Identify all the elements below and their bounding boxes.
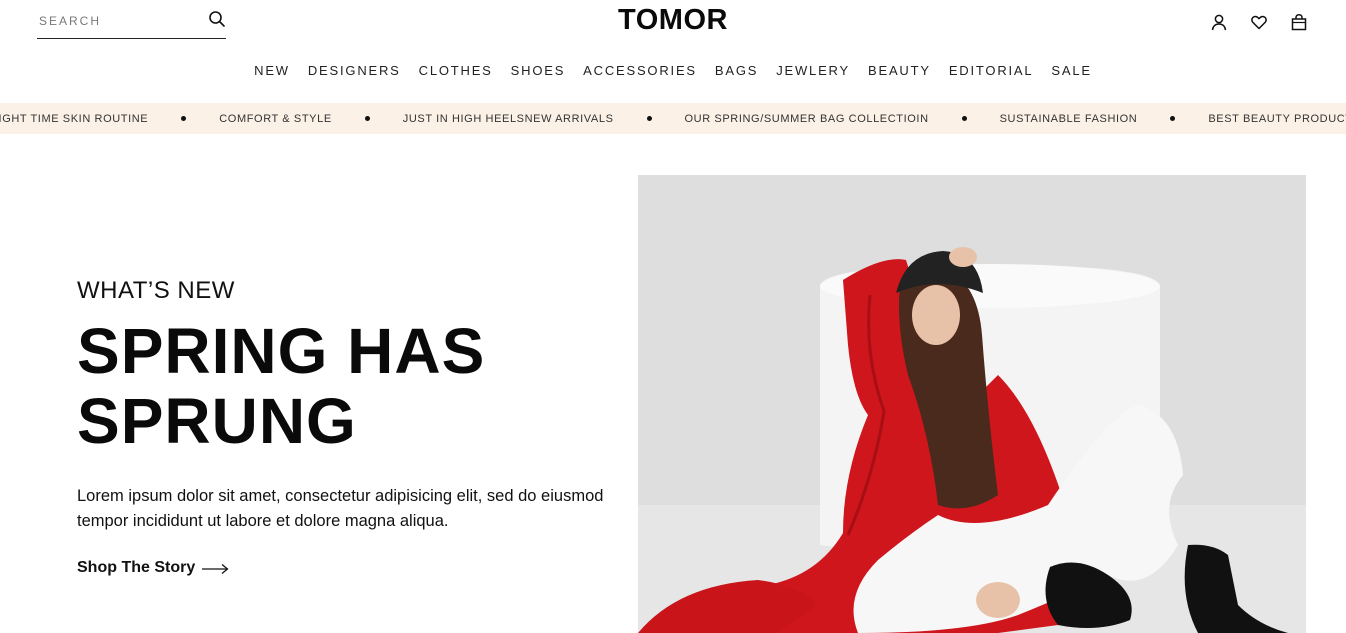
- shopping-bag-icon[interactable]: [1290, 13, 1308, 31]
- ticker-track: NIGHT TIME SKIN ROUTINE COMFORT & STYLE …: [0, 103, 1346, 134]
- bullet-dot-icon: [646, 116, 652, 121]
- nav-item-beauty[interactable]: BEAUTY: [859, 63, 940, 78]
- nav-item-editorial[interactable]: EDITORIAL: [940, 63, 1043, 78]
- nav-item-bags[interactable]: BAGS: [706, 63, 767, 78]
- model-photo: [638, 175, 1306, 633]
- nav-item-clothes[interactable]: CLOTHES: [410, 63, 502, 78]
- bullet-dot-icon: [1170, 116, 1176, 121]
- nav-item-jewlery[interactable]: JEWLERY: [767, 63, 859, 78]
- ticker-item[interactable]: SUSTAINABLE FASHION: [1000, 113, 1138, 125]
- hero-image: [638, 175, 1306, 633]
- ticker-item[interactable]: COMFORT & STYLE: [219, 113, 332, 125]
- hero-title-line: SPRUNG: [77, 385, 357, 457]
- ticker-item[interactable]: OUR SPRING/SUMMER BAG COLLECTIOIN: [685, 113, 929, 125]
- bullet-dot-icon: [181, 116, 187, 121]
- brand-logo[interactable]: TOMOR: [0, 4, 1346, 37]
- hero-title: SPRING HAS SPRUNG: [77, 316, 597, 456]
- ticker-item[interactable]: JUST IN HIGH HEELSNEW ARRIVALS: [403, 113, 614, 125]
- main-navigation: NEW DESIGNERS CLOTHES SHOES ACCESSORIES …: [0, 63, 1346, 78]
- hero-title-line: SPRING HAS: [77, 315, 486, 387]
- bullet-dot-icon: [364, 116, 370, 121]
- heart-icon[interactable]: [1250, 13, 1268, 31]
- hero-eyebrow: WHAT’S NEW: [77, 277, 235, 304]
- ticker-item[interactable]: NIGHT TIME SKIN ROUTINE: [0, 113, 148, 125]
- shop-the-story-link[interactable]: Shop The Story: [77, 559, 229, 577]
- bullet-dot-icon: [961, 116, 967, 121]
- hero-description: Lorem ipsum dolor sit amet, consectetur …: [77, 487, 604, 530]
- nav-item-sale[interactable]: SALE: [1042, 63, 1100, 78]
- promo-ticker: NIGHT TIME SKIN ROUTINE COMFORT & STYLE …: [0, 103, 1346, 134]
- nav-item-new[interactable]: NEW: [245, 63, 299, 78]
- nav-item-designers[interactable]: DESIGNERS: [299, 63, 410, 78]
- cta-label: Shop The Story: [77, 559, 196, 576]
- ticker-item[interactable]: BEST BEAUTY PRODUCTS: [1208, 113, 1346, 125]
- arrow-right-icon: [201, 562, 229, 575]
- user-icon[interactable]: [1210, 13, 1228, 31]
- header-actions: [1210, 13, 1308, 31]
- nav-item-accessories[interactable]: ACCESSORIES: [574, 63, 706, 78]
- nav-item-shoes[interactable]: SHOES: [502, 63, 575, 78]
